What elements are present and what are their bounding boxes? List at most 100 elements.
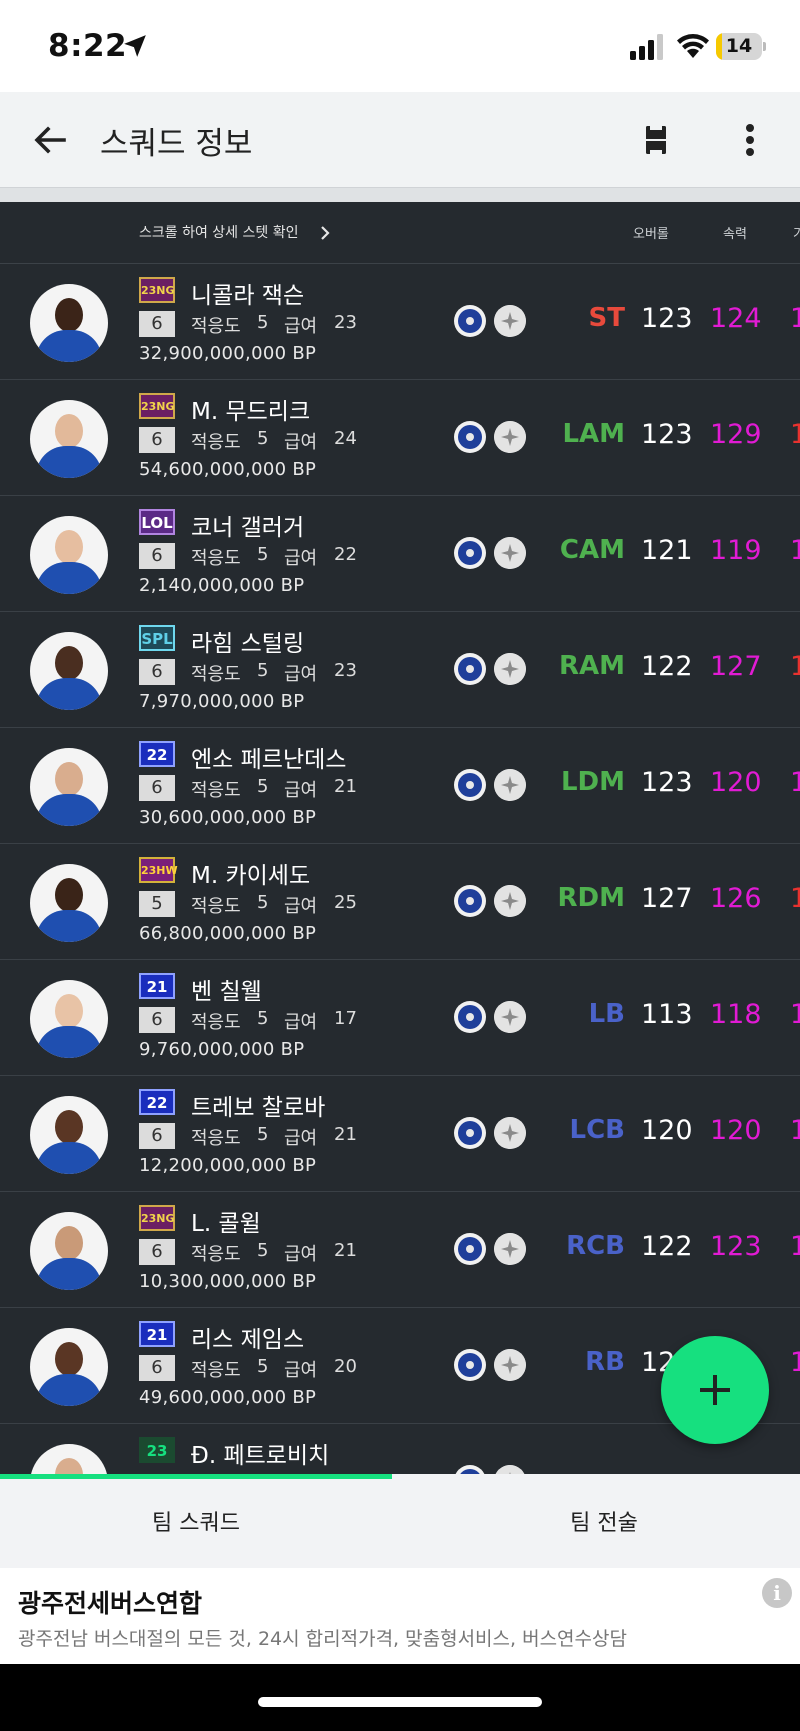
player-price: 12,200,000,000 BP [139, 1155, 317, 1176]
player-face [55, 414, 83, 448]
player-shirt [36, 1026, 102, 1058]
player-face [55, 1458, 83, 1474]
player-position: LDM [560, 767, 625, 797]
player-name: 라힘 스털링 [191, 631, 305, 657]
adapt-label: 적응도 [191, 1244, 241, 1265]
club-crest-icon [454, 537, 486, 569]
column-header-more: 기 [793, 227, 800, 242]
chevron-right-icon [321, 226, 330, 240]
player-extra-stat: 1 [790, 767, 800, 798]
player-pace: 120 [710, 767, 762, 798]
player-position: CAM [559, 535, 625, 565]
player-position: RB [585, 1347, 625, 1377]
tab-team-tactics[interactable]: 팀 전술 [408, 1479, 800, 1568]
grade-badge: 6 [139, 1355, 175, 1381]
add-button[interactable] [661, 1336, 769, 1444]
season-badge: 23 [139, 1437, 175, 1463]
nation-star-icon [494, 421, 526, 453]
player-pace: 119 [710, 535, 762, 566]
player-extra-stat: 1 [790, 303, 800, 334]
player-price: 49,600,000,000 BP [139, 1387, 317, 1408]
player-position: LB [588, 999, 625, 1029]
nation-star-icon [494, 1349, 526, 1381]
player-price: 54,600,000,000 BP [139, 459, 317, 480]
player-avatar [30, 284, 108, 362]
adapt-label: 적응도 [191, 780, 241, 801]
squad-table[interactable]: 스크롤 하여 상세 스텟 확인 오버롤 속력 기 23NG 니콜라 잭슨 6 적응도 5… [0, 202, 800, 1474]
adapt-value: 5 [257, 892, 269, 913]
wage-value: 17 [334, 1008, 357, 1029]
club-crest-icon [454, 421, 486, 453]
wage-label: 급여 [284, 548, 318, 569]
player-row[interactable]: 23NG M. 무드리크 6 적응도 5 급여 24 54,600,000,000 BP LAM… [0, 380, 800, 496]
wage-label: 급여 [284, 780, 318, 801]
player-shirt [36, 330, 102, 362]
nation-star-icon [494, 885, 526, 917]
player-row[interactable]: 23HW M. 카이세도 5 적응도 5 급여 25 66,800,000,000 BP RDM… [0, 844, 800, 960]
nation-star-icon [494, 1233, 526, 1265]
ad-title: 광주전세버스연합 [18, 1589, 203, 1618]
nation-star-icon [494, 769, 526, 801]
back-arrow-icon[interactable] [26, 116, 74, 164]
player-avatar [30, 1328, 108, 1406]
more-options-icon[interactable] [730, 116, 770, 164]
wifi-icon [677, 34, 709, 58]
wage-label: 급여 [284, 1244, 318, 1265]
nation-star-icon [494, 1001, 526, 1033]
adapt-label: 적응도 [191, 432, 241, 453]
player-row[interactable]: 22 엔소 페르난데스 6 적응도 5 급여 21 30,600,000,000 BP LDM 1… [0, 728, 800, 844]
app-bar: 스쿼드 정보 [0, 92, 800, 188]
player-position: ST [588, 303, 625, 333]
player-position: RCB [566, 1231, 625, 1261]
player-overall: 123 [641, 767, 693, 798]
adapt-value: 5 [257, 1008, 269, 1029]
player-row[interactable]: SPL 라힘 스털링 6 적응도 5 급여 23 7,970,000,000 BP RAM 122… [0, 612, 800, 728]
player-avatar [30, 516, 108, 594]
player-name: M. 카이세도 [191, 863, 311, 889]
club-crest-icon [454, 305, 486, 337]
adapt-label: 적응도 [191, 548, 241, 569]
player-overall: 122 [641, 651, 693, 682]
wage-value: 21 [334, 1240, 357, 1261]
adapt-label: 적응도 [191, 1360, 241, 1381]
adapt-label: 적응도 [191, 664, 241, 685]
player-row[interactable]: 23NG 니콜라 잭슨 6 적응도 5 급여 23 32,900,000,000 BP ST 12… [0, 264, 800, 380]
tab-team-squad[interactable]: 팀 스쿼드 [0, 1479, 392, 1568]
player-row[interactable]: 22 트레보 찰로바 6 적응도 5 급여 21 12,200,000,000 BP LCB 12… [0, 1076, 800, 1192]
bottom-tabs: 팀 스쿼드 팀 전술 [0, 1474, 800, 1568]
player-position: RAM [558, 651, 625, 681]
wage-label: 급여 [284, 316, 318, 337]
player-row[interactable]: 23NG L. 콜윌 6 적응도 5 급여 21 10,300,000,000 BP RCB 12… [0, 1192, 800, 1308]
season-badge: 23NG [139, 277, 175, 303]
player-shirt [36, 562, 102, 594]
grade-badge: 6 [139, 1239, 175, 1265]
club-crest-icon [454, 769, 486, 801]
player-overall: 120 [641, 1115, 693, 1146]
player-price: 10,300,000,000 BP [139, 1271, 317, 1292]
player-pace: 118 [710, 999, 762, 1030]
home-indicator[interactable] [258, 1697, 542, 1707]
wage-label: 급여 [284, 432, 318, 453]
grade-badge: 6 [139, 775, 175, 801]
info-icon[interactable]: i [762, 1578, 792, 1608]
player-pace: 124 [710, 303, 762, 334]
player-price: 2,140,000,000 BP [139, 575, 305, 596]
player-avatar [30, 748, 108, 826]
wage-value: 21 [334, 1124, 357, 1145]
wage-label: 급여 [284, 1128, 318, 1149]
player-extra-stat: 1 [790, 419, 800, 450]
column-header-pace: 속력 [723, 227, 747, 242]
adapt-value: 5 [257, 776, 269, 797]
wage-value: 20 [334, 1356, 357, 1377]
player-extra-stat: 1 [790, 651, 800, 682]
player-row[interactable]: 21 벤 칠웰 6 적응도 5 급여 17 9,760,000,000 BP LB 113 118 1 [0, 960, 800, 1076]
grade-badge: 6 [139, 1007, 175, 1033]
player-row[interactable]: LOL 코너 갤러거 6 적응도 5 급여 22 2,140,000,000 BP CAM 121… [0, 496, 800, 612]
grade-badge: 5 [139, 891, 175, 917]
wage-value: 23 [334, 312, 357, 333]
status-time: 8:22 [48, 28, 128, 64]
field-formation-icon[interactable] [636, 116, 676, 164]
ad-banner[interactable]: 광주전세버스연합 광주전남 버스대절의 모든 것, 24시 합리적가격, 맞춤형… [0, 1568, 800, 1664]
season-badge: 23HW [139, 857, 178, 883]
adapt-value: 5 [257, 1356, 269, 1377]
